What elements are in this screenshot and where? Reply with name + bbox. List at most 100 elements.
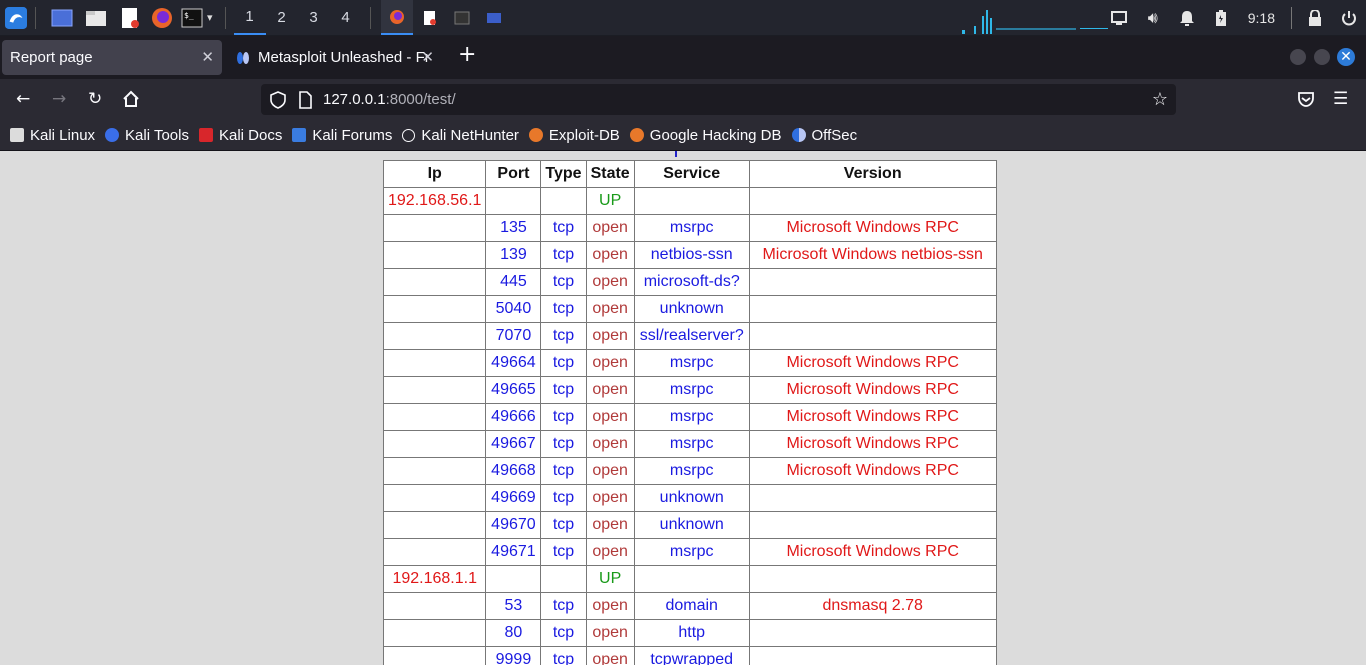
taskbar-separator: [224, 6, 226, 29]
cell-service: domain: [633, 592, 750, 620]
cell-state: UP: [585, 565, 635, 593]
workspace-2[interactable]: 2: [266, 0, 298, 35]
cell-ip: [382, 484, 487, 512]
notification-bell-icon[interactable]: [1170, 0, 1204, 35]
shield-icon[interactable]: [270, 91, 286, 113]
back-arrow-icon[interactable]: ←: [16, 90, 30, 108]
column-header-state: State: [585, 160, 635, 188]
terminal-window-icon[interactable]: [451, 7, 473, 29]
cell-port: 135: [485, 214, 542, 242]
cell-version: Microsoft Windows RPC: [748, 403, 997, 431]
url-bar[interactable]: 127.0.0.1:8000/test/ ☆: [261, 84, 1176, 115]
cell-ip: [382, 646, 487, 665]
table-row: 192.168.1.1 UP: [382, 565, 997, 593]
cell-version: [748, 295, 997, 323]
cell-state: open: [585, 484, 635, 512]
cell-type: tcp: [540, 403, 587, 431]
cell-service: msrpc: [633, 403, 750, 431]
workspace-1[interactable]: 1: [233, 0, 266, 35]
workspace-3[interactable]: 3: [298, 0, 330, 35]
minimize-window-icon[interactable]: [1290, 49, 1306, 65]
cell-port: 49668: [485, 457, 542, 485]
table-row: 445 tcp open microsoft-ds?: [382, 268, 997, 296]
cell-state: open: [585, 457, 635, 485]
cell-service: http: [633, 619, 750, 647]
display-icon[interactable]: [1102, 0, 1136, 35]
url-text[interactable]: 127.0.0.1:8000/test/: [323, 91, 456, 108]
volume-icon[interactable]: 🔊︎: [1136, 0, 1170, 35]
cell-service: unknown: [633, 295, 750, 323]
cell-port: [485, 565, 542, 593]
tab-metasploit-unleashed[interactable]: Metasploit Unleashed - Fr ✕: [228, 40, 442, 75]
power-icon[interactable]: [1332, 0, 1366, 35]
lock-icon[interactable]: [1298, 0, 1332, 35]
bookmark-kali-forums[interactable]: Kali Forums: [292, 127, 392, 144]
cell-state: open: [585, 619, 635, 647]
bookmark-google-hacking-db[interactable]: Google Hacking DB: [629, 127, 782, 144]
tab-label: Report page: [10, 49, 93, 66]
kali-forums-icon: [292, 128, 307, 142]
cell-port: 49666: [485, 403, 542, 431]
chevron-down-icon[interactable]: ▾: [207, 11, 213, 24]
show-desktop-icon[interactable]: [51, 7, 73, 29]
bookmark-exploit-db[interactable]: Exploit-DB: [528, 127, 620, 144]
tab-report-page[interactable]: Report page ✕: [2, 40, 222, 75]
text-editor-icon[interactable]: [119, 7, 141, 29]
cell-ip: [382, 457, 487, 485]
cell-version: Microsoft Windows RPC: [748, 349, 997, 377]
bookmark-star-icon[interactable]: ☆: [1152, 89, 1168, 110]
cell-service: [633, 187, 750, 215]
navigation-bar: ← → ↻ 127.0.0.1:8000/test/ ☆ ☰: [0, 79, 1366, 120]
close-tab-icon[interactable]: ✕: [201, 48, 214, 66]
home-icon[interactable]: [122, 90, 140, 112]
cell-port: 49670: [485, 511, 542, 539]
editor-window-icon[interactable]: [419, 7, 441, 29]
bookmark-offsec[interactable]: OffSec: [791, 127, 857, 144]
battery-icon[interactable]: [1204, 0, 1238, 35]
cell-state: open: [585, 403, 635, 431]
table-row: 9999 tcp open tcpwrapped: [382, 646, 997, 665]
cell-version: [748, 484, 997, 512]
cell-version: [748, 187, 997, 215]
cell-type: tcp: [540, 646, 587, 665]
kali-dragon-icon: [10, 128, 24, 142]
pocket-icon[interactable]: [1297, 90, 1315, 112]
close-tab-icon[interactable]: ✕: [421, 48, 434, 66]
cell-ip: [382, 403, 487, 431]
cell-port: 139: [485, 241, 542, 269]
cell-state: open: [585, 646, 635, 665]
new-tab-icon[interactable]: +: [458, 44, 476, 66]
cell-version: [748, 565, 997, 593]
kali-menu-icon[interactable]: [5, 6, 27, 29]
cell-state: open: [585, 214, 635, 242]
desktop-window-icon[interactable]: [483, 7, 505, 29]
cell-port: [485, 187, 542, 215]
svg-text:$_: $_: [184, 11, 194, 20]
cell-ip: 192.168.56.1: [382, 187, 487, 215]
bookmark-kali-linux[interactable]: Kali Linux: [10, 127, 95, 144]
cell-state: open: [585, 268, 635, 296]
cell-ip: [382, 349, 487, 377]
close-window-icon[interactable]: ✕: [1337, 48, 1355, 66]
cell-state: open: [585, 295, 635, 323]
reload-icon[interactable]: ↻: [88, 90, 102, 108]
firefox-window-icon[interactable]: [380, 0, 413, 35]
cell-ip: [382, 241, 487, 269]
terminal-icon[interactable]: $_: [181, 7, 203, 29]
file-manager-icon[interactable]: [85, 7, 107, 29]
cell-version: [748, 619, 997, 647]
bookmark-kali-tools[interactable]: Kali Tools: [105, 127, 189, 144]
cell-service: unknown: [633, 484, 750, 512]
maximize-window-icon[interactable]: [1314, 49, 1330, 65]
clock[interactable]: 9:18: [1238, 10, 1285, 26]
url-path: :8000/test/: [385, 91, 456, 108]
workspace-4[interactable]: 4: [330, 0, 362, 35]
cell-state: open: [585, 592, 635, 620]
hamburger-menu-icon[interactable]: ☰: [1333, 90, 1348, 108]
forward-arrow-icon[interactable]: →: [52, 90, 66, 108]
page-info-icon[interactable]: [298, 91, 312, 113]
table-row: 49668 tcp open msrpc Microsoft Windows RPC: [382, 457, 997, 485]
firefox-icon[interactable]: [151, 7, 173, 29]
bookmark-kali-docs[interactable]: Kali Docs: [198, 127, 282, 144]
bookmark-kali-nethunter[interactable]: Kali NetHunter: [402, 127, 519, 144]
